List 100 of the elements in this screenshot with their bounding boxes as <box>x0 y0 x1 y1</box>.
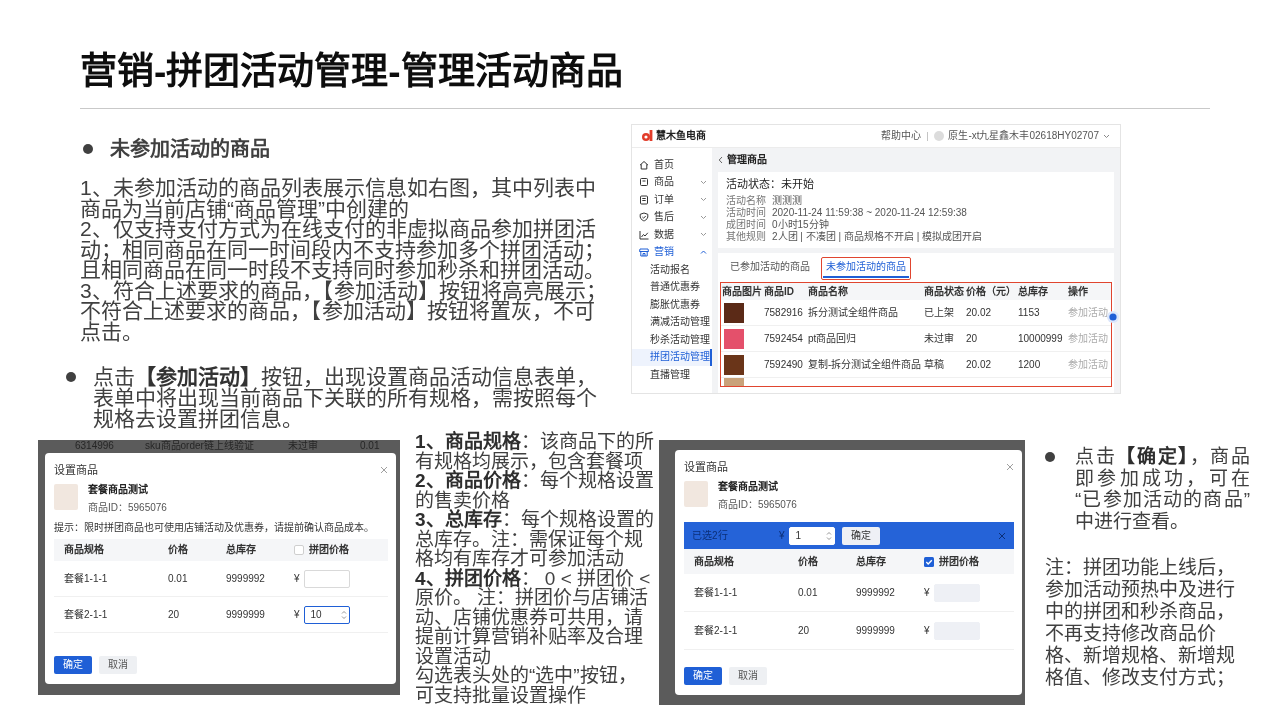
user-menu[interactable]: 原生-xt九星鑫木丰02618HY02707 <box>948 130 1110 142</box>
sidebar-item[interactable]: 商品 <box>632 173 712 191</box>
home-icon <box>639 159 649 170</box>
product-name: 套餐商品测试 <box>718 481 779 493</box>
column-header: 拼团价格 <box>938 555 979 568</box>
note-paragraph: 1、商品规格：该商品下的所有规格均展示，包含套餐项 <box>415 432 655 471</box>
price-input[interactable] <box>303 569 350 588</box>
info-label: 活动时间 <box>726 207 767 219</box>
avatar-icon <box>934 131 945 141</box>
table-cell-text: 9999992 <box>855 586 896 599</box>
currency-symbol: ¥ <box>924 586 930 599</box>
price-input[interactable]: 10 <box>303 605 350 624</box>
table-cell-text: 9999992 <box>225 572 266 585</box>
document-icon <box>639 194 649 205</box>
sidebar-item[interactable]: 秒杀活动管理 <box>632 331 712 349</box>
selection-count: 已选2行 <box>692 529 729 542</box>
confirm-button[interactable]: 确定 <box>684 667 722 685</box>
info-label: 活动名称 <box>726 195 767 207</box>
logo-icon <box>642 130 653 142</box>
column-header: 价格（元） <box>965 285 1017 298</box>
table-cell-text: 未过审 <box>923 332 955 345</box>
currency-symbol: ¥ <box>294 608 300 621</box>
column-header: 商品规格 <box>693 555 735 568</box>
column-header: 价格 <box>797 555 819 568</box>
sidebar-item[interactable]: 首页 <box>632 156 712 174</box>
column-header: 总库存 <box>225 544 257 556</box>
help-link[interactable]: 帮助中心 <box>881 130 922 142</box>
info-label: 成团时间 <box>726 219 767 231</box>
column-header: 商品ID <box>763 285 795 298</box>
note-paragraph: 2、商品价格：每个规格设置的售卖价格 <box>415 471 655 510</box>
table-cell-text: 9999999 <box>225 608 266 621</box>
slide-title: 营销-拼团活动管理-管理活动商品 <box>80 50 624 94</box>
checkbox[interactable] <box>924 556 934 567</box>
sidebar-item[interactable]: 满减活动管理 <box>632 313 712 331</box>
column-header: 总库存 <box>855 555 887 568</box>
spinner-icon[interactable] <box>340 608 347 621</box>
table-cell-text: 20 <box>167 608 181 621</box>
confirm-button[interactable]: 确定 <box>841 526 880 545</box>
tab[interactable]: 未参加活动的商品 <box>823 258 909 278</box>
floating-button-icon[interactable] <box>1107 311 1119 323</box>
info-label: 其他规则 <box>726 231 767 243</box>
cancel-button[interactable]: 取消 <box>729 667 767 685</box>
note-paragraph: 勾选表头处的“选中”按钮，可支持批量设置操作 <box>415 666 638 705</box>
product-name: 套餐商品测试 <box>88 484 149 496</box>
table-cell-text: 拆分测试全组件商品 <box>807 306 899 319</box>
sidebar-item[interactable]: 拼团活动管理 <box>632 348 712 366</box>
shield-icon <box>639 212 649 223</box>
table-cell-text: 套餐1-1-1 <box>63 572 109 585</box>
table-cell-text: 9999999 <box>855 624 896 637</box>
table-cell-text: 已上架 <box>923 306 955 319</box>
batch-price-input[interactable]: 1 <box>788 526 835 545</box>
column-header: 商品图片 <box>721 285 763 298</box>
table-cell-text: 0.01 <box>167 572 189 585</box>
table-cell-text: 20 <box>797 624 811 637</box>
note-paragraph: 4、拼团价格： 0 < 拼团价 < 原价。 注：拼团价与店铺活动、店铺优惠券可共用，请提前计算营销补贴率及合理设置活动 <box>415 568 652 666</box>
close-icon[interactable] <box>998 531 1006 540</box>
table-cell-text: 1200 <box>1017 358 1042 371</box>
spinner-icon[interactable] <box>825 529 832 542</box>
dialog-title: 设置商品 <box>54 463 98 477</box>
table-cell-text: 10000999 <box>1017 332 1064 345</box>
product-id: 商品ID：5965076 <box>718 499 797 511</box>
sidebar-item[interactable]: 订单 <box>632 191 712 209</box>
confirm-button[interactable]: 确定 <box>54 656 92 674</box>
column-header: 价格 <box>167 544 189 556</box>
chevron-down-icon <box>1103 133 1110 139</box>
column-header: 拼团价格 <box>308 544 349 556</box>
paragraph: 1、未参加活动的商品列表展示信息如右图，其中列表中商品为当前店铺“商品管理”中创建的 <box>80 178 597 219</box>
sidebar-item[interactable]: 售后 <box>632 208 712 226</box>
column-header: 商品名称 <box>807 285 849 298</box>
table-cell-text: 20.02 <box>965 358 993 371</box>
sidebar-item[interactable]: 直播管理 <box>632 366 712 384</box>
column-header: 总库存 <box>1017 285 1049 298</box>
sidebar-item[interactable]: 营销 <box>632 243 712 261</box>
brand-name: 慧木鱼电商 <box>656 130 706 142</box>
table-cell-text: 20 <box>965 332 979 345</box>
table-cell-text: 套餐1-1-1 <box>693 586 739 599</box>
note-paragraph: 3、总库存：每个规格设置的总库存。注：需保证每个规格均有库存才可参加活动 <box>415 510 655 569</box>
section-heading: 未参加活动的商品 <box>110 138 270 160</box>
back-icon[interactable] <box>718 156 723 164</box>
sidebar-item[interactable]: 普通优惠券 <box>632 278 712 296</box>
paragraph: 2、仅支持支付方式为在线支付的非虚拟商品参加拼团活动；相同商品在同一时间段内不支持参加多个拼团活动；且相同商品在同一时段不支持同时参加秒杀和拼团活动。 <box>80 219 606 281</box>
close-icon[interactable] <box>380 466 388 474</box>
bullet-dot-icon <box>1045 452 1055 462</box>
column-header: 操作 <box>1067 285 1089 298</box>
tab[interactable]: 已参加活动的商品 <box>726 258 813 278</box>
sidebar-item[interactable]: 膨胀优惠券 <box>632 296 712 314</box>
checkbox[interactable] <box>294 545 304 555</box>
sidebar-item[interactable]: 活动报名 <box>632 261 712 279</box>
bullet-text: 点击【参加活动】按钮，出现设置商品活动信息表单，表单中将出现当前商品下关联的所有规格，需按照每个规格去设置拼团信息。 <box>93 366 598 429</box>
product-image <box>54 484 78 510</box>
cancel-button[interactable]: 取消 <box>99 656 137 674</box>
info-value: 2020-11-24 11:59:38 ~ 2020-11-24 12:59:38 <box>772 207 967 219</box>
table-cell-text: 1153 <box>1017 306 1041 319</box>
column-header: 商品规格 <box>63 544 105 556</box>
product-image <box>724 378 744 386</box>
sidebar-item[interactable]: 数据 <box>632 226 712 244</box>
box-icon <box>639 177 649 188</box>
currency-symbol: ¥ <box>294 572 300 585</box>
info-value: 0小时15分钟 <box>772 219 829 231</box>
close-icon[interactable] <box>1006 463 1014 471</box>
